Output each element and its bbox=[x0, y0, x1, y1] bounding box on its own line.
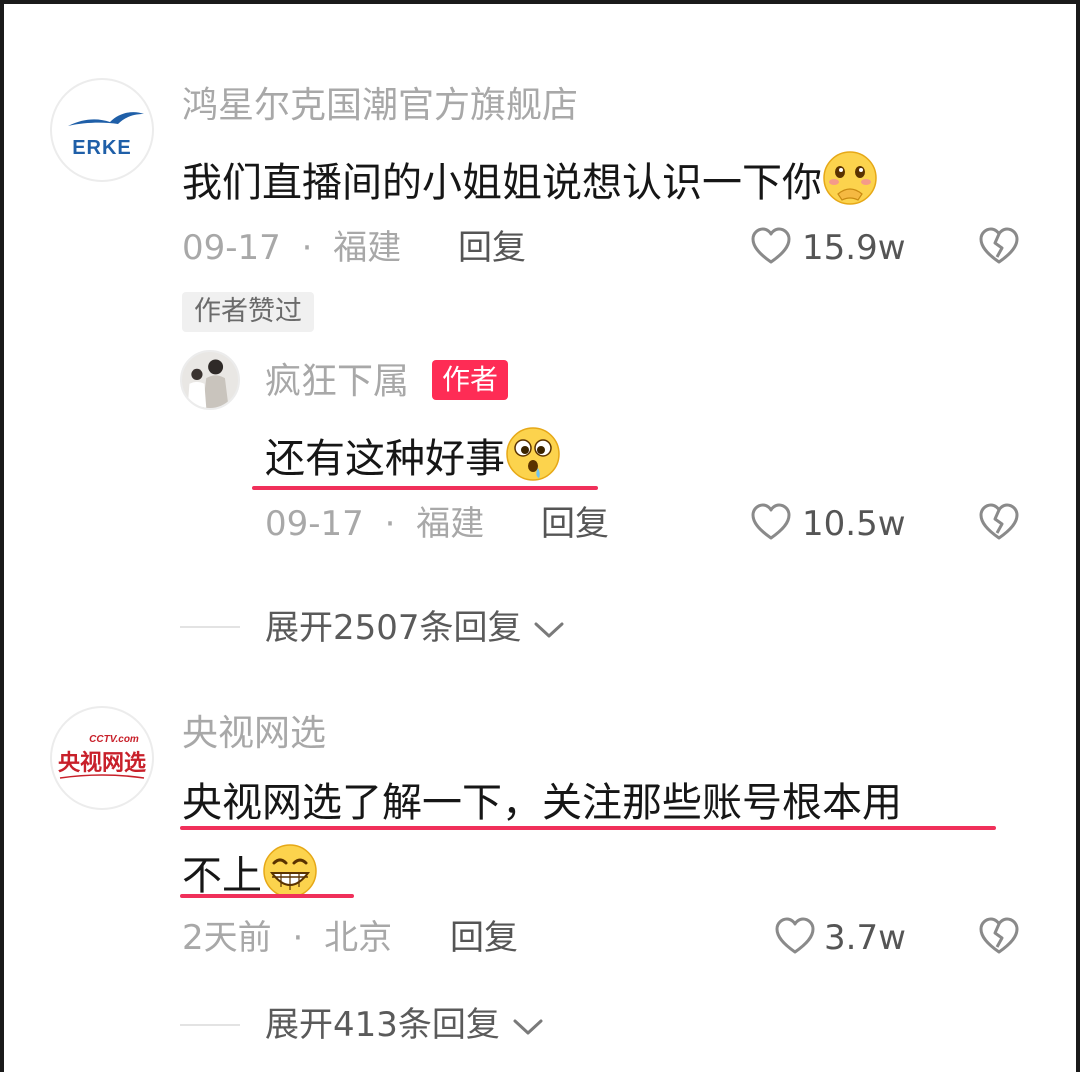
highlight-underline bbox=[180, 826, 996, 830]
comment-text-line1: 央视网选了解一下，关注那些账号根本用 bbox=[182, 780, 902, 826]
user-photo-icon bbox=[182, 352, 238, 408]
avatar-reply-user[interactable] bbox=[180, 350, 240, 410]
avatar-cctv[interactable]: CCTV.com 央视网选 bbox=[50, 706, 154, 810]
comment-date: 2天前 bbox=[182, 918, 272, 958]
reply-button[interactable]: 回复 bbox=[450, 916, 518, 960]
comment-location: 福建 bbox=[333, 228, 402, 268]
comment-meta: 09-17 · 福建 bbox=[182, 226, 401, 270]
expand-divider bbox=[180, 626, 240, 628]
reply-date: 09-17 bbox=[265, 504, 364, 544]
chevron-down-icon bbox=[511, 1005, 545, 1049]
author-tag: 作者 bbox=[432, 360, 509, 400]
expand-replies-label: 展开413条回复 bbox=[265, 1005, 500, 1045]
highlight-underline bbox=[180, 894, 354, 898]
reply-text-body: 还有这种好事 bbox=[265, 436, 505, 482]
comment-username[interactable]: 央视网选 bbox=[182, 712, 326, 756]
like-icon[interactable] bbox=[750, 226, 792, 272]
reply-button[interactable]: 回复 bbox=[541, 502, 609, 546]
reply-location: 福建 bbox=[416, 504, 485, 544]
comment-text-line2-body: 不上 bbox=[182, 853, 262, 899]
avatar-erke[interactable]: ERKE bbox=[50, 78, 154, 182]
grinning-emoji-icon bbox=[262, 843, 318, 912]
comment-date: 09-17 bbox=[182, 228, 281, 268]
reply-button[interactable]: 回复 bbox=[458, 226, 526, 270]
like-icon[interactable] bbox=[774, 916, 816, 962]
author-liked-tag: 作者赞过 bbox=[182, 292, 314, 332]
reply-username[interactable]: 疯狂下属 bbox=[265, 360, 409, 404]
comment-location: 北京 bbox=[324, 918, 393, 958]
comment-text: 我们直播间的小姐姐说想认识一下你 bbox=[182, 150, 878, 219]
meta-separator: · bbox=[384, 504, 396, 544]
dislike-broken-heart-icon[interactable] bbox=[978, 502, 1020, 548]
erke-logo-icon: ERKE bbox=[68, 112, 144, 159]
meta-separator: · bbox=[292, 918, 304, 958]
like-count: 3.7w bbox=[824, 918, 906, 958]
drooling-emoji-icon bbox=[505, 426, 561, 495]
svg-text:CCTV.com: CCTV.com bbox=[89, 734, 139, 745]
expand-replies-button[interactable]: 展开2507条回复 bbox=[265, 606, 566, 652]
like-count: 15.9w bbox=[802, 228, 906, 268]
dislike-broken-heart-icon[interactable] bbox=[978, 916, 1020, 962]
comment-text-line2: 不上 bbox=[182, 843, 318, 912]
highlight-underline bbox=[252, 486, 598, 490]
reply-text: 还有这种好事 bbox=[265, 426, 561, 495]
expand-divider bbox=[180, 1024, 240, 1026]
shy-emoji-icon bbox=[822, 150, 878, 219]
reply-meta: 09-17 · 福建 bbox=[265, 502, 484, 546]
comment-meta: 2天前 · 北京 bbox=[182, 916, 392, 960]
cctv-logo-icon: CCTV.com 央视网选 bbox=[58, 734, 146, 779]
svg-text:央视网选: 央视网选 bbox=[58, 750, 146, 776]
chevron-down-icon bbox=[532, 608, 566, 652]
comment-text-body: 我们直播间的小姐姐说想认识一下你 bbox=[182, 160, 822, 206]
meta-separator: · bbox=[301, 228, 313, 268]
comment-username[interactable]: 鸿星尔克国潮官方旗舰店 bbox=[182, 84, 578, 128]
svg-text:ERKE: ERKE bbox=[72, 137, 132, 159]
like-icon[interactable] bbox=[750, 502, 792, 548]
dislike-broken-heart-icon[interactable] bbox=[978, 226, 1020, 272]
like-count: 10.5w bbox=[802, 504, 906, 544]
expand-replies-button[interactable]: 展开413条回复 bbox=[265, 1003, 545, 1049]
expand-replies-label: 展开2507条回复 bbox=[265, 608, 522, 648]
